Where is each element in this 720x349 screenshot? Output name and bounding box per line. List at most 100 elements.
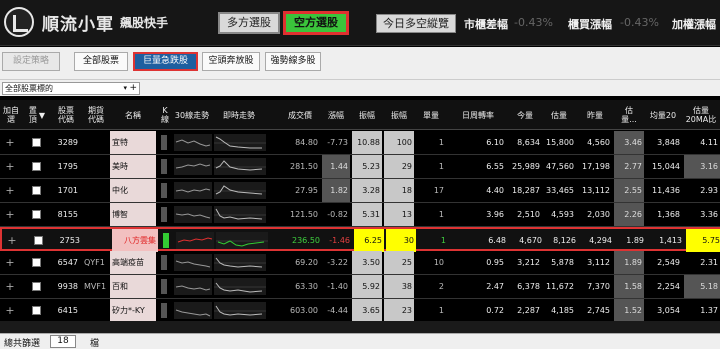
table-row[interactable]: +9938 MVF1 百和 63.30 -1.40 5.92 38 2 2.47 6,378 11,… [0, 275, 720, 299]
tab-volume-drop[interactable]: 巨量急跌股 [133, 52, 198, 71]
add-watchlist-button[interactable]: + [0, 275, 22, 298]
stock-name[interactable]: 百和 [110, 275, 156, 298]
col-name[interactable]: 名稱 [110, 100, 156, 130]
pin-checkbox[interactable] [34, 236, 43, 245]
est-20ma-ratio: 3.36 [700, 210, 718, 219]
change: -7.73 [327, 138, 348, 147]
col-amplitude[interactable]: 振幅 [352, 100, 382, 130]
candlestick-icon [163, 233, 169, 248]
tab-all-stocks[interactable]: 全部股票 [74, 52, 128, 71]
col-code[interactable]: 股票 代碼 [52, 100, 80, 130]
bull-mode-button[interactable]: 空方選股 [283, 11, 349, 35]
futures-code [82, 179, 110, 202]
est-ratio: 1.52 [614, 299, 644, 322]
stock-name[interactable]: 高端疫苗 [110, 251, 156, 274]
add-watchlist-button[interactable]: + [0, 155, 22, 178]
avg-volume-20: 15,044 [652, 162, 680, 171]
est-ratio: 2.26 [614, 203, 644, 226]
pin-checkbox[interactable] [32, 162, 41, 171]
stock-universe-select[interactable]: 全部股票標的 ▾ + [2, 82, 140, 95]
today-overview-button[interactable]: 今日多空縱覽 [376, 14, 456, 33]
futures-code: MVF1 [84, 282, 107, 291]
table-row[interactable]: +6415 矽力*-KY 603.00 -4.44 3.65 23 1 0.72 2,287 4,… [0, 299, 720, 323]
today-volume: 2,510 [517, 210, 540, 219]
add-watchlist-button[interactable]: + [0, 179, 22, 202]
tab-bear-breakout[interactable]: 空頭奔放股 [202, 52, 260, 71]
col-add[interactable]: 加自 選 [0, 100, 22, 130]
futures-code [82, 203, 110, 226]
add-watchlist-button[interactable]: + [0, 203, 22, 226]
amplitude: 3.28 [352, 179, 382, 202]
stock-name[interactable]: 矽力*-KY [110, 299, 156, 322]
add-watchlist-button[interactable]: + [0, 299, 22, 322]
trend30-sparkline [174, 158, 212, 175]
pin-checkbox[interactable] [32, 258, 41, 267]
trend30-sparkline [174, 278, 212, 295]
estimated-volume: 15,800 [546, 138, 574, 147]
pin-checkbox[interactable] [32, 210, 41, 219]
single-volume: 1 [438, 162, 444, 171]
stock-name[interactable]: 中化 [110, 179, 156, 202]
filter-count-value: 18 [50, 335, 76, 348]
col-est-20ma[interactable]: 估量 20MA比 [684, 100, 718, 130]
col-amplitude-2[interactable]: 振幅 [384, 100, 414, 130]
col-pin[interactable]: 置 頂 ▼ [24, 100, 50, 130]
col-avg20[interactable]: 均量20 [644, 100, 682, 130]
price: 603.00 [290, 306, 318, 315]
avg-volume-20: 1,368 [657, 210, 680, 219]
add-watchlist-button[interactable]: + [0, 251, 22, 274]
strategy-toolbar: 設定策略 全部股票 巨量急跌股 空頭奔放股 強勢線多股 [0, 47, 720, 79]
yesterday-volume: 2,030 [587, 210, 610, 219]
add-watchlist-button[interactable]: + [2, 229, 24, 252]
table-row[interactable]: +8155 博智 121.50 -0.82 5.31 13 1 3.96 2,510 4,593 2… [0, 203, 720, 227]
pin-checkbox[interactable] [32, 282, 41, 291]
col-volume[interactable]: 單量 [416, 100, 446, 130]
avg-volume-20: 3,054 [657, 306, 680, 315]
col-today-vol[interactable]: 今量 [508, 100, 542, 130]
bear-mode-button[interactable]: 多方選股 [218, 12, 280, 34]
stock-name[interactable]: 美時 [110, 155, 156, 178]
table-row-highlighted[interactable]: +2753 八方雲集 236.50 -1.46 6.25 30 1 6.48 4,670 8,12… [0, 227, 720, 252]
settings-button[interactable]: 設定策略 [2, 52, 60, 71]
single-volume: 2 [438, 282, 444, 291]
col-yest-vol[interactable]: 昨量 [578, 100, 612, 130]
trend30-sparkline [174, 134, 212, 151]
table-row[interactable]: +1795 美時 281.50 1.44 5.23 29 1 6.55 25,989 47,560… [0, 155, 720, 179]
single-volume: 1 [438, 306, 444, 315]
estimated-volume: 47,560 [546, 162, 574, 171]
table-row[interactable]: +1701 中化 27.95 1.82 3.28 18 17 4.40 18,287 33,465… [0, 179, 720, 203]
col-turnover[interactable]: 日周轉率 [450, 100, 506, 130]
stock-name[interactable]: 博智 [110, 203, 156, 226]
col-k[interactable]: K 線 [158, 100, 172, 130]
add-watchlist-button[interactable]: + [0, 131, 22, 154]
trend30-sparkline [174, 206, 212, 223]
pin-checkbox[interactable] [32, 186, 41, 195]
table-row[interactable]: +6547 QYF1 高端疫苗 69.20 -3.22 3.50 25 10 0.95 3,212… [0, 251, 720, 275]
col-price[interactable]: 成交價 [280, 100, 320, 130]
single-volume: 1 [438, 138, 444, 147]
col-est-vol[interactable]: 估量 [542, 100, 576, 130]
stock-code: 3289 [57, 138, 78, 147]
stock-name[interactable]: 八方雲集 [112, 229, 158, 252]
amplitude: 6.25 [354, 229, 384, 252]
turnover-rate: 6.48 [488, 236, 506, 245]
pin-checkbox[interactable] [32, 306, 41, 315]
weighted-change-label: 加權漲幅 [672, 18, 716, 31]
horizontal-scrollbar[interactable] [0, 321, 720, 333]
col-est-ratio[interactable]: 估 量... [614, 100, 644, 130]
add-icon[interactable]: + [129, 83, 137, 94]
col-intraday[interactable]: 即時走勢 [212, 100, 266, 130]
header-bar: 順流小軍 飆股快手 多方選股 空方選股 今日多空縱覽 市櫃差幅 -0.43% 櫃… [0, 0, 720, 46]
filter-count-label: 總共篩選 [4, 339, 41, 349]
change: -3.22 [327, 258, 348, 267]
stock-name[interactable]: 宜特 [110, 131, 156, 154]
col-trend30[interactable]: 30線走勢 [172, 100, 212, 130]
intraday-sparkline [214, 206, 266, 223]
pin-checkbox[interactable] [32, 138, 41, 147]
tab-strong-bull[interactable]: 強勢線多股 [265, 52, 321, 71]
col-change[interactable]: 漲幅 [322, 100, 350, 130]
table-row[interactable]: +3289 宜特 84.80 -7.73 10.88 100 1 6.10 8,634 15,80… [0, 131, 720, 155]
col-futures[interactable]: 期貨 代碼 [82, 100, 110, 130]
est-20ma-ratio: 1.37 [700, 306, 718, 315]
amplitude-2: 100 [384, 131, 414, 154]
